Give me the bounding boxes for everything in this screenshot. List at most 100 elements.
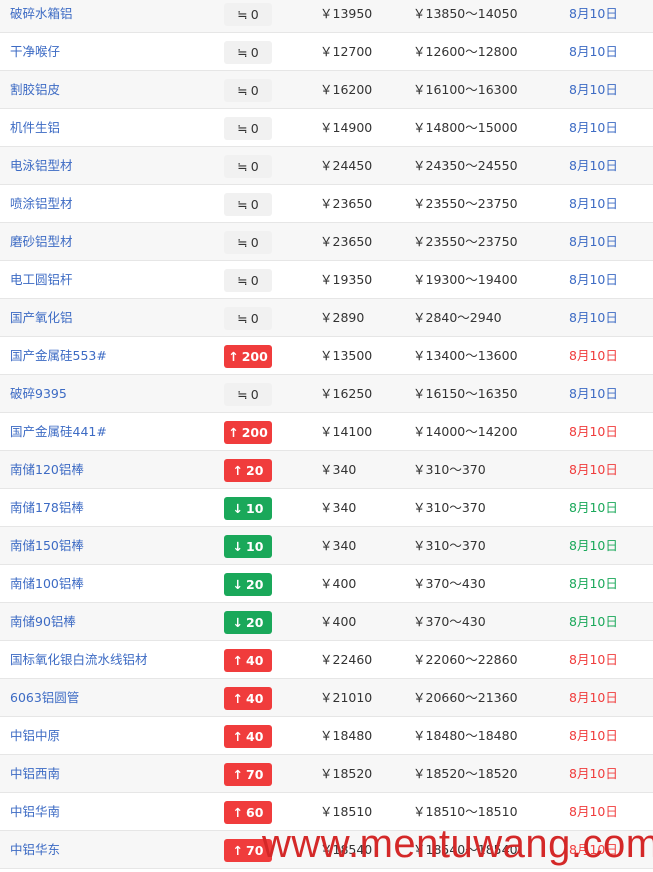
table-row: 南储90铝棒 ↓ 20 ￥400 ￥370～430 8月10日 [0,603,653,641]
product-name-link[interactable]: 喷涂铝型材 [10,185,73,222]
change-badge: ↑ 40 [224,725,272,748]
average-price: ￥21010 [320,690,373,705]
product-name-link[interactable]: 国产金属硅553# [10,337,107,374]
product-name-link[interactable]: 国产金属硅441# [10,413,107,450]
average-price: ￥24450 [320,158,373,173]
average-price: ￥18510 [320,804,373,819]
change-badge: ↑ 70 [224,839,272,862]
arrow-up-icon: ↑ [232,843,244,858]
average-price: ￥400 [320,614,357,629]
product-name-link[interactable]: 中铝华东 [10,831,60,868]
table-row: 割胶铝皮 ≒ 0 ￥16200 ￥16100～16300 8月10日 [0,71,653,109]
arrow-up-icon: ↑ [232,767,244,782]
product-name-link[interactable]: 中铝华南 [10,793,60,830]
price-range: ￥23550～23750 [413,234,518,249]
change-value: 0 [250,7,259,22]
arrow-up-icon: ↑ [232,805,244,820]
change-badge: ≒ 0 [224,383,272,406]
change-badge: ≒ 0 [224,3,272,26]
quote-date: 8月10日 [569,6,618,21]
quote-date: 8月10日 [569,576,618,591]
table-row: 中铝华东 ↑ 70 ￥18540 ￥18540～18540 8月10日 [0,831,653,869]
change-value: 0 [250,273,259,288]
product-name-link[interactable]: 国标氧化银白流水线铝材 [10,641,148,678]
quote-date: 8月10日 [569,348,618,363]
average-price: ￥18520 [320,766,373,781]
change-badge: ↑ 40 [224,649,272,672]
quote-date: 8月10日 [569,272,618,287]
average-price: ￥340 [320,500,357,515]
quote-date: 8月10日 [569,652,618,667]
quote-date: 8月10日 [569,424,618,439]
change-value: 0 [250,197,259,212]
product-name-link[interactable]: 破碎9395 [10,375,67,412]
change-value: 20 [246,577,264,592]
product-name-link[interactable]: 南储150铝棒 [10,527,84,564]
table-row: 破碎水箱铝 ≒ 0 ￥13950 ￥13850～14050 8月10日 [0,0,653,33]
product-name-link[interactable]: 中铝中原 [10,717,60,754]
average-price: ￥340 [320,462,357,477]
table-row: 干净喉仔 ≒ 0 ￥12700 ￥12600～12800 8月10日 [0,33,653,71]
quote-date: 8月10日 [569,120,618,135]
change-badge: ≒ 0 [224,193,272,216]
approx-equal-icon: ≒ [237,235,248,250]
quote-date: 8月10日 [569,766,618,781]
product-name-link[interactable]: 6063铝圆管 [10,679,79,716]
product-name-link[interactable]: 南储100铝棒 [10,565,84,602]
approx-equal-icon: ≒ [237,121,248,136]
average-price: ￥14100 [320,424,373,439]
change-value: 200 [241,425,268,440]
arrow-down-icon: ↓ [232,615,244,630]
change-badge: ↓ 10 [224,535,272,558]
average-price: ￥18540 [320,842,373,857]
price-range: ￥19300～19400 [413,272,518,287]
change-value: 0 [250,83,259,98]
change-badge: ↑ 60 [224,801,272,824]
table-row: 喷涂铝型材 ≒ 0 ￥23650 ￥23550～23750 8月10日 [0,185,653,223]
table-row: 南储100铝棒 ↓ 20 ￥400 ￥370～430 8月10日 [0,565,653,603]
change-value: 0 [250,45,259,60]
approx-equal-icon: ≒ [237,273,248,288]
change-value: 60 [246,805,264,820]
approx-equal-icon: ≒ [237,45,248,60]
product-name-link[interactable]: 南储178铝棒 [10,489,84,526]
price-range: ￥16150～16350 [413,386,518,401]
average-price: ￥16200 [320,82,373,97]
price-range: ￥2840～2940 [413,310,502,325]
arrow-up-icon: ↑ [232,653,244,668]
product-name-link[interactable]: 干净喉仔 [10,33,60,70]
table-row: 中铝华南 ↑ 60 ￥18510 ￥18510～18510 8月10日 [0,793,653,831]
product-name-link[interactable]: 电工圆铝杆 [10,261,73,298]
product-name-link[interactable]: 中铝西南 [10,755,60,792]
change-badge: ↑ 40 [224,687,272,710]
price-range: ￥18480～18480 [413,728,518,743]
average-price: ￥12700 [320,44,373,59]
quote-date: 8月10日 [569,462,618,477]
quote-date: 8月10日 [569,842,618,857]
price-range: ￥16100～16300 [413,82,518,97]
product-name-link[interactable]: 电泳铝型材 [10,147,73,184]
change-badge: ≒ 0 [224,155,272,178]
average-price: ￥400 [320,576,357,591]
change-value: 0 [250,121,259,136]
price-range: ￥310～370 [413,500,486,515]
product-name-link[interactable]: 磨砂铝型材 [10,223,73,260]
price-range: ￥13400～13600 [413,348,518,363]
price-table: 破碎水箱铝 ≒ 0 ￥13950 ￥13850～14050 8月10日 干净喉仔 ≒ 0 ￥127… [0,0,653,869]
average-price: ￥16250 [320,386,373,401]
quote-date: 8月10日 [569,614,618,629]
arrow-up-icon: ↑ [232,729,244,744]
approx-equal-icon: ≒ [237,159,248,174]
product-name-link[interactable]: 割胶铝皮 [10,71,60,108]
product-name-link[interactable]: 国产氧化铝 [10,299,73,336]
average-price: ￥14900 [320,120,373,135]
product-name-link[interactable]: 破碎水箱铝 [10,0,73,32]
approx-equal-icon: ≒ [237,7,248,22]
change-value: 40 [246,691,264,706]
product-name-link[interactable]: 南储120铝棒 [10,451,84,488]
quote-date: 8月10日 [569,690,618,705]
price-range: ￥14000～14200 [413,424,518,439]
table-row: 国产氧化铝 ≒ 0 ￥2890 ￥2840～2940 8月10日 [0,299,653,337]
product-name-link[interactable]: 机件生铝 [10,109,60,146]
product-name-link[interactable]: 南储90铝棒 [10,603,76,640]
